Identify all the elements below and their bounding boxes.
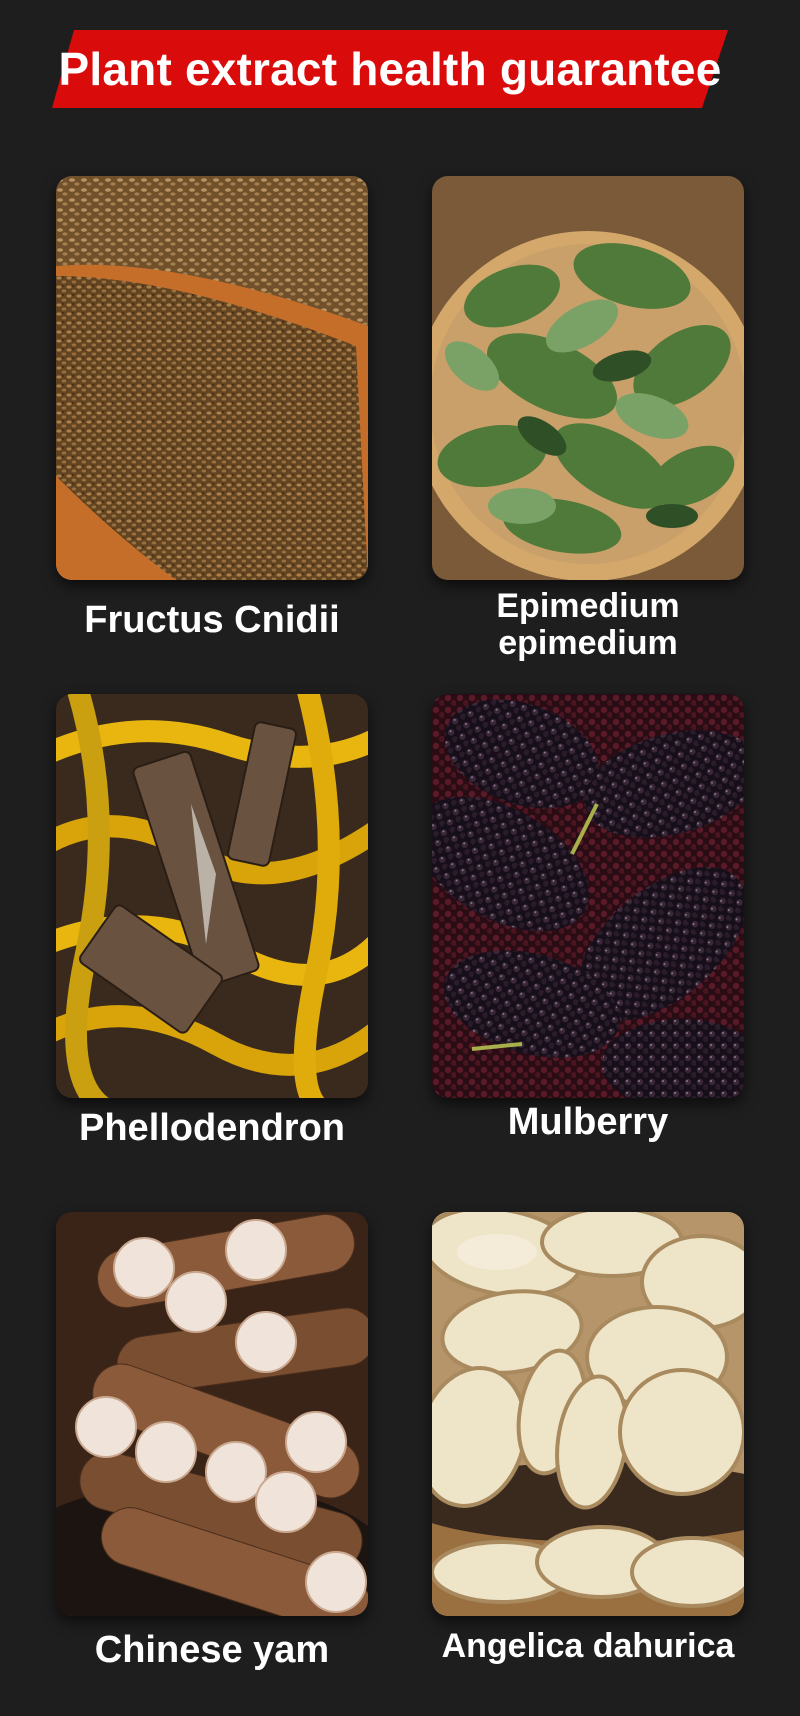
product-image-angelica-dahurica — [432, 1212, 744, 1616]
product-label-epimedium: Epimedium epimedium — [496, 587, 680, 663]
product-image-phellodendron — [56, 694, 368, 1098]
page-title: Plant extract health guarantee — [58, 43, 722, 95]
product-image-epimedium — [432, 176, 744, 580]
angelica-slices-icon — [432, 1212, 744, 1616]
product-label-phellodendron: Phellodendron — [79, 1107, 345, 1149]
product-label-mulberry: Mulberry — [507, 1101, 669, 1143]
cnidium-seeds-icon — [56, 176, 368, 580]
product-image-mulberry — [432, 694, 744, 1098]
product-label-fructus-cnidii: Fructus Cnidii — [84, 599, 340, 641]
mulberry-fruit-icon — [432, 694, 744, 1098]
phellodendron-bark-icon — [56, 694, 368, 1098]
product-image-chinese-yam — [56, 1212, 368, 1616]
header-banner: Plant extract health guarantee — [52, 30, 728, 108]
product-image-fructus-cnidii — [56, 176, 368, 580]
product-label-chinese-yam: Chinese yam — [94, 1629, 330, 1671]
chinese-yam-icon — [56, 1212, 368, 1616]
epimedium-leaves-icon — [432, 176, 744, 580]
product-label-angelica-dahurica: Angelica dahurica — [441, 1627, 735, 1665]
